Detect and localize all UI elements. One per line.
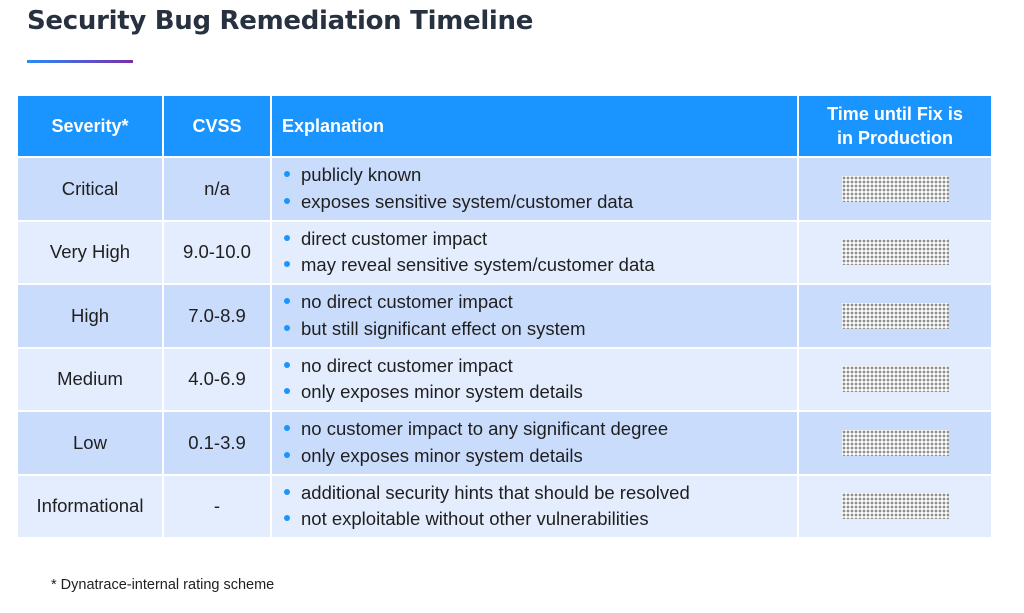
- severity-cell: High: [18, 285, 164, 349]
- explanation-item: exposes sensitive system/customer data: [282, 189, 796, 216]
- table-row-informational: Informational - additional security hint…: [18, 475, 991, 539]
- bullet-icon: [284, 388, 290, 395]
- explanation-item: but still significant effect on system: [282, 316, 796, 343]
- explanation-cell: additional security hints that should be…: [272, 475, 799, 539]
- cvss-cell: 4.0-6.9: [164, 348, 272, 412]
- severity-cell: Informational: [18, 475, 164, 539]
- time-cell: [799, 475, 991, 539]
- header-severity: Severity*: [18, 96, 164, 158]
- cvss-cell: n/a: [164, 158, 272, 222]
- explanation-item: no direct customer impact: [282, 289, 796, 316]
- bullet-icon: [284, 298, 290, 305]
- time-cell: [799, 285, 991, 349]
- bullet-icon: [284, 361, 290, 368]
- bullet-icon: [284, 488, 290, 495]
- time-cell: [799, 412, 991, 476]
- table-row-critical: Critical n/a publicly known exposes sens…: [18, 158, 991, 222]
- header-explanation: Explanation: [272, 96, 799, 158]
- explanation-cell: no direct customer impact but still sign…: [272, 285, 799, 349]
- bullet-icon: [284, 197, 290, 204]
- explanation-cell: direct customer impact may reveal sensit…: [272, 221, 799, 285]
- redacted-value: [841, 302, 949, 329]
- table-row-medium: Medium 4.0-6.9 no direct customer impact…: [18, 348, 991, 412]
- explanation-item: no direct customer impact: [282, 353, 796, 380]
- severity-cell: Critical: [18, 158, 164, 222]
- table-row-very-high: Very High 9.0-10.0 direct customer impac…: [18, 221, 991, 285]
- bullet-icon: [284, 451, 290, 458]
- table-row-high: High 7.0-8.9 no direct customer impact b…: [18, 285, 991, 349]
- cvss-cell: 0.1-3.9: [164, 412, 272, 476]
- table-header-row: Severity* CVSS Explanation Time until Fi…: [18, 96, 991, 158]
- explanation-item: publicly known: [282, 162, 796, 189]
- cvss-cell: 9.0-10.0: [164, 221, 272, 285]
- severity-table: Severity* CVSS Explanation Time until Fi…: [18, 96, 991, 539]
- cvss-cell: -: [164, 475, 272, 539]
- header-time-line1: Time until Fix is: [827, 104, 963, 124]
- severity-cell: Low: [18, 412, 164, 476]
- bullet-icon: [284, 425, 290, 432]
- page-title: Security Bug Remediation Timeline: [27, 6, 534, 36]
- explanation-item: only exposes minor system details: [282, 443, 796, 470]
- header-time-line2: in Production: [837, 128, 953, 148]
- redacted-value: [841, 429, 949, 456]
- explanation-item: not exploitable without other vulnerabil…: [282, 506, 796, 533]
- severity-cell: Very High: [18, 221, 164, 285]
- explanation-item: no customer impact to any significant de…: [282, 416, 796, 443]
- explanation-item: only exposes minor system details: [282, 379, 796, 406]
- redacted-value: [841, 239, 949, 266]
- cvss-cell: 7.0-8.9: [164, 285, 272, 349]
- title-accent-underline: [27, 60, 133, 63]
- time-cell: [799, 158, 991, 222]
- explanation-item: direct customer impact: [282, 226, 796, 253]
- severity-cell: Medium: [18, 348, 164, 412]
- time-cell: [799, 221, 991, 285]
- redacted-value: [841, 493, 949, 520]
- bullet-icon: [284, 515, 290, 522]
- redacted-value: [841, 366, 949, 393]
- explanation-item: additional security hints that should be…: [282, 480, 796, 507]
- footnote: * Dynatrace-internal rating scheme: [51, 577, 275, 593]
- explanation-item: may reveal sensitive system/customer dat…: [282, 252, 796, 279]
- bullet-icon: [284, 171, 290, 178]
- explanation-cell: publicly known exposes sensitive system/…: [272, 158, 799, 222]
- bullet-icon: [284, 324, 290, 331]
- bullet-icon: [284, 234, 290, 241]
- time-cell: [799, 348, 991, 412]
- bullet-icon: [284, 261, 290, 268]
- explanation-cell: no customer impact to any significant de…: [272, 412, 799, 476]
- header-time-until-fix: Time until Fix is in Production: [799, 96, 991, 158]
- table-row-low: Low 0.1-3.9 no customer impact to any si…: [18, 412, 991, 476]
- redacted-value: [841, 175, 949, 202]
- explanation-cell: no direct customer impact only exposes m…: [272, 348, 799, 412]
- header-cvss: CVSS: [164, 96, 272, 158]
